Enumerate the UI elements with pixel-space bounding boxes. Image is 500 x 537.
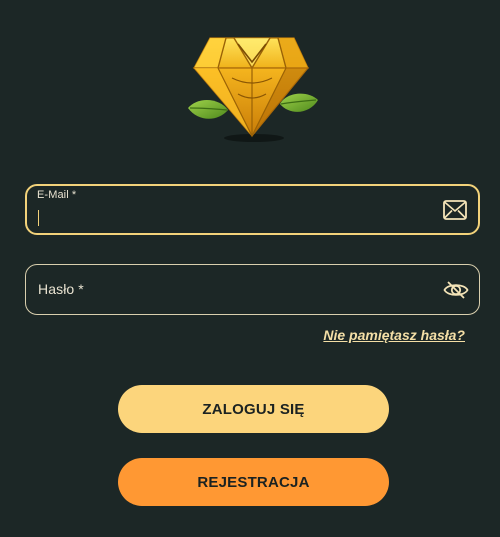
email-field[interactable]: E-Mail * [25, 184, 480, 235]
diamond-logo-icon [188, 37, 318, 142]
register-button[interactable]: REJESTRACJA [118, 458, 389, 506]
text-cursor [38, 210, 39, 226]
password-field[interactable]: Hasło * [25, 264, 480, 315]
email-input[interactable] [37, 206, 428, 228]
envelope-icon [443, 200, 467, 220]
email-label: E-Mail * [37, 189, 77, 201]
login-button[interactable]: ZALOGUJ SIĘ [118, 385, 389, 433]
forgot-password-link[interactable]: Nie pamiętasz hasła? [323, 327, 465, 343]
password-input[interactable] [36, 281, 429, 303]
eye-icon[interactable] [443, 277, 469, 303]
